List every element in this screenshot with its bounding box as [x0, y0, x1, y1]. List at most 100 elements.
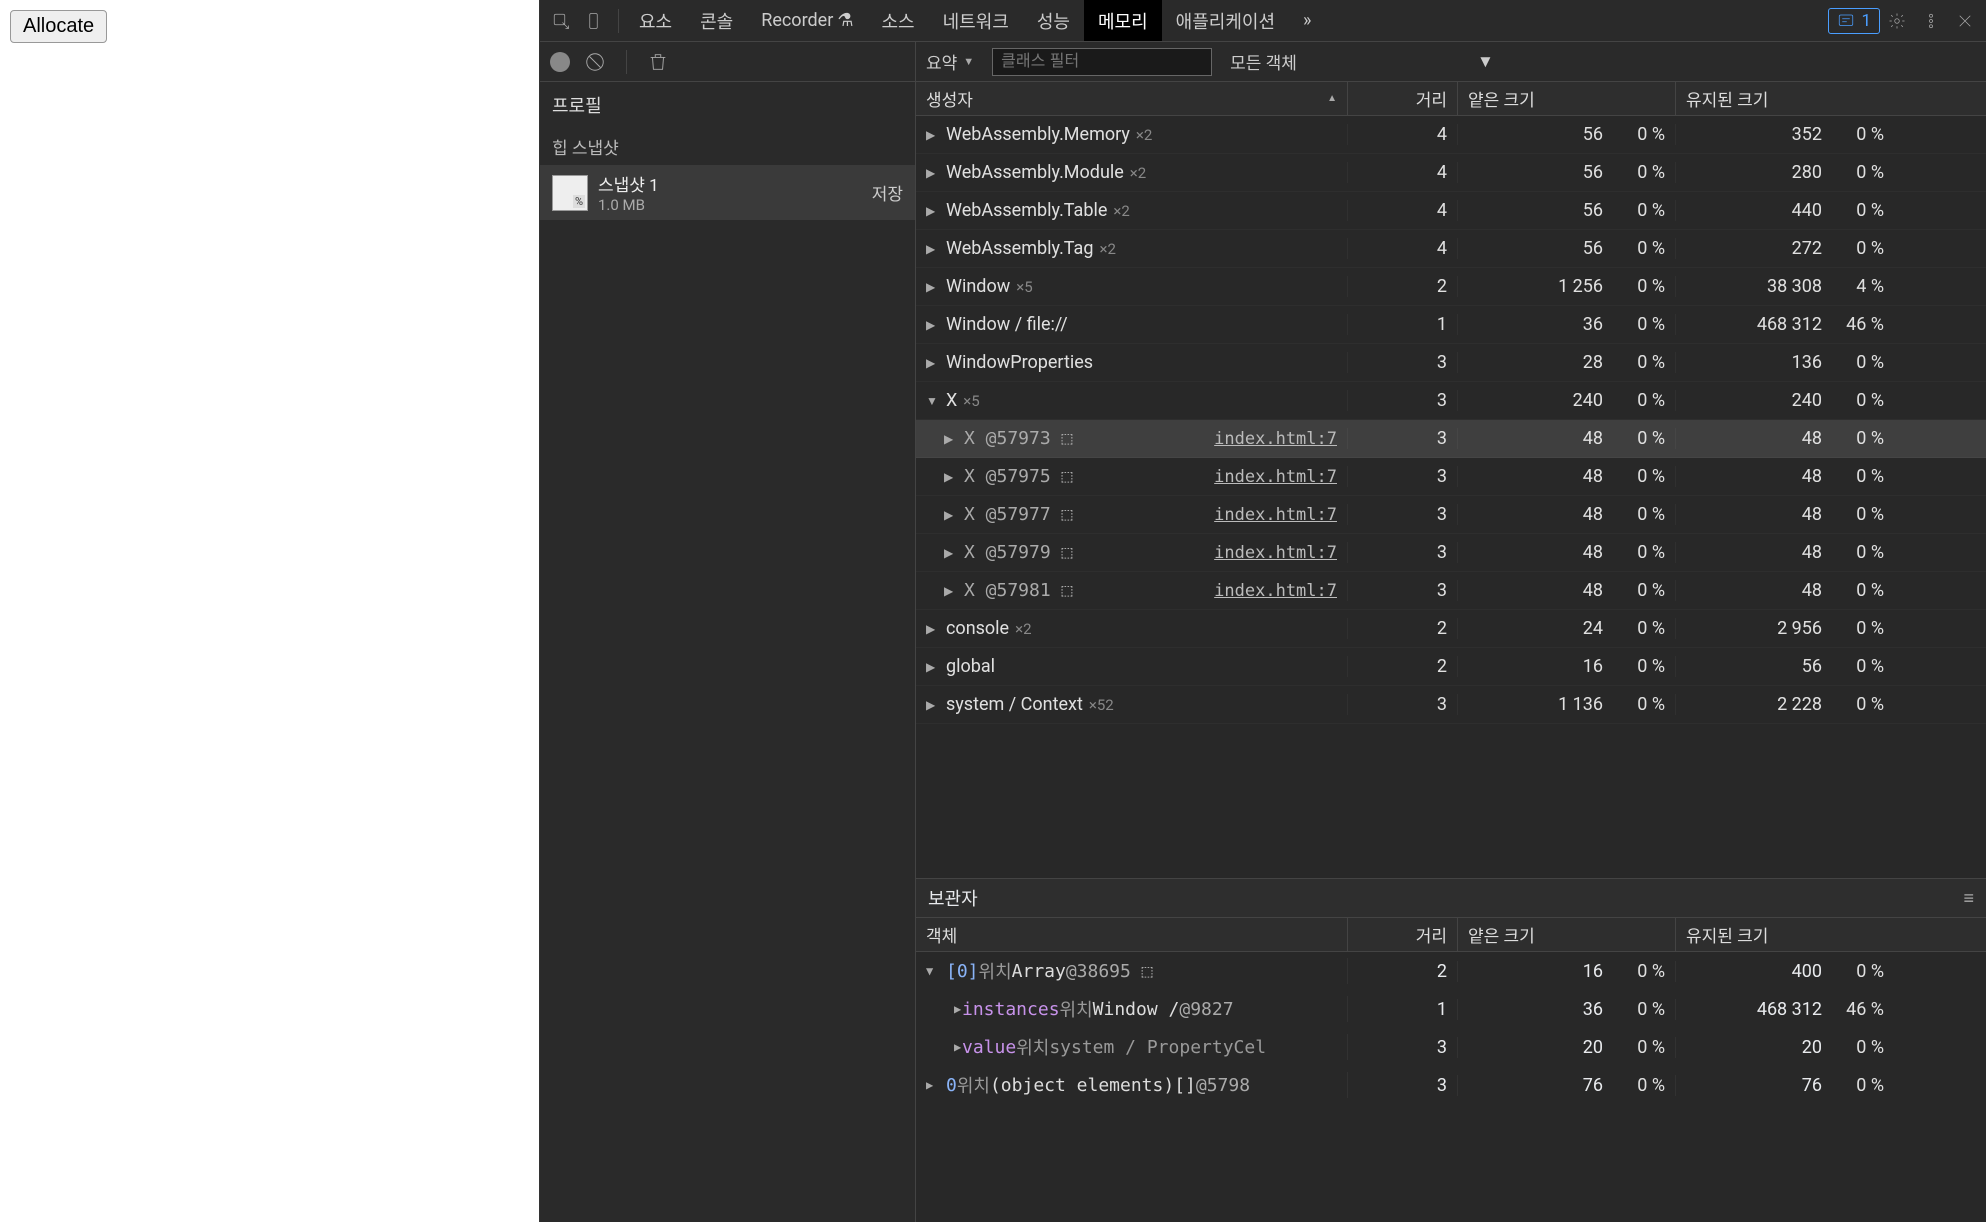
settings-icon[interactable] — [1880, 4, 1914, 38]
snapshot-save-button[interactable]: 저장 — [872, 180, 903, 205]
retainer-row[interactable]: ▶value 위치 system / PropertyCel3200 %200 … — [916, 1028, 1986, 1066]
expand-icon[interactable]: ▶ — [926, 1002, 954, 1016]
constructor-cell: ▶console×2 — [916, 618, 1348, 639]
heap-table-body[interactable]: ▶WebAssembly.Memory×24560 %3520 %▶WebAss… — [916, 116, 1986, 878]
heap-row[interactable]: ▶global2160 %560 % — [916, 648, 1986, 686]
expand-icon[interactable]: ▶ — [926, 356, 938, 370]
heap-row[interactable]: ▶WebAssembly.Table×24560 %4400 % — [916, 192, 1986, 230]
heap-row[interactable]: ▶X @57979 ⬚index.html:73480 %480 % — [916, 534, 1986, 572]
expand-icon[interactable]: ▼ — [926, 394, 938, 408]
shallow-cell: 560 % — [1458, 238, 1676, 259]
snapshot-item[interactable]: 스냅샷 1 1.0 MB 저장 — [540, 165, 915, 220]
constructor-cell: ▶WindowProperties — [916, 352, 1348, 373]
distance-cell: 3 — [1348, 1037, 1458, 1058]
header-retained[interactable]: 유지된 크기 — [1676, 82, 1894, 115]
heap-row[interactable]: ▶X @57975 ⬚index.html:73480 %480 % — [916, 458, 1986, 496]
retainer-row[interactable]: ▶instances 위치 Window / @98271360 %468 31… — [916, 990, 1986, 1028]
header-object[interactable]: 객체 — [916, 918, 1348, 951]
expand-icon[interactable]: ▶ — [926, 698, 938, 712]
tab-console[interactable]: 콘솔 — [686, 0, 747, 41]
distance-cell: 1 — [1348, 999, 1458, 1020]
expand-icon[interactable]: ▶ — [944, 584, 956, 598]
distance-cell: 3 — [1348, 580, 1458, 601]
clear-icon[interactable] — [582, 49, 608, 75]
header-distance[interactable]: 거리 — [1348, 82, 1458, 115]
distance-cell: 2 — [1348, 656, 1458, 677]
view-dropdown[interactable]: 요약 ▼ — [926, 49, 974, 74]
shallow-cell: 480 % — [1458, 428, 1676, 449]
expand-icon[interactable]: ▶ — [926, 280, 938, 294]
expand-icon[interactable]: ▶ — [926, 242, 938, 256]
heap-row[interactable]: ▶X @57977 ⬚index.html:73480 %480 % — [916, 496, 1986, 534]
source-link[interactable]: index.html:7 — [1214, 505, 1337, 525]
header-distance-ret[interactable]: 거리 — [1348, 918, 1458, 951]
source-link[interactable]: index.html:7 — [1214, 543, 1337, 563]
expand-icon[interactable]: ▶ — [926, 318, 938, 332]
allocate-button[interactable]: Allocate — [10, 10, 107, 43]
heap-row[interactable]: ▼X×532400 %2400 % — [916, 382, 1986, 420]
retained-cell: 2 9560 % — [1676, 618, 1894, 639]
expand-icon[interactable]: ▶ — [926, 622, 938, 636]
header-constructor[interactable]: 생성자 — [916, 82, 1348, 115]
distance-cell: 2 — [1348, 618, 1458, 639]
retainers-table-body[interactable]: ▼[0] 위치 Array @38695 ⬚2160 %4000 %▶insta… — [916, 952, 1986, 1222]
header-shallow-ret[interactable]: 얕은 크기 — [1458, 918, 1676, 951]
shallow-cell: 360 % — [1458, 999, 1676, 1020]
retainer-row[interactable]: ▼[0] 위치 Array @38695 ⬚2160 %4000 % — [916, 952, 1986, 990]
heap-row[interactable]: ▶Window×521 2560 %38 3084 % — [916, 268, 1986, 306]
tab-more[interactable]: » — [1289, 0, 1325, 41]
heap-row[interactable]: ▶X @57973 ⬚index.html:73480 %480 % — [916, 420, 1986, 458]
heap-row[interactable]: ▶Window / file://1360 %468 31246 % — [916, 306, 1986, 344]
source-link[interactable]: index.html:7 — [1214, 581, 1337, 601]
retained-cell: 468 31246 % — [1676, 314, 1894, 335]
distance-cell: 3 — [1348, 466, 1458, 487]
tab-application[interactable]: 애플리케이션 — [1162, 0, 1289, 41]
tab-recorder[interactable]: Recorder⚗ — [747, 0, 867, 41]
expand-icon[interactable]: ▶ — [926, 204, 938, 218]
constructor-cell: ▶X @57973 ⬚index.html:7 — [916, 428, 1348, 449]
issues-badge[interactable]: 1 — [1828, 8, 1880, 34]
close-devtools-icon[interactable] — [1948, 4, 1982, 38]
tab-sources[interactable]: 소스 — [867, 0, 928, 41]
heap-row[interactable]: ▶WindowProperties3280 %1360 % — [916, 344, 1986, 382]
retained-cell: 38 3084 % — [1676, 276, 1894, 297]
heap-row[interactable]: ▶X @57981 ⬚index.html:73480 %480 % — [916, 572, 1986, 610]
retainer-row[interactable]: ▶0 위치 (object elements)[] @57983760 %760… — [916, 1066, 1986, 1104]
distance-cell: 4 — [1348, 200, 1458, 221]
retainers-menu-icon[interactable]: ≡ — [1963, 888, 1974, 909]
distance-cell: 3 — [1348, 390, 1458, 411]
distance-cell: 3 — [1348, 542, 1458, 563]
toggle-device-icon[interactable] — [578, 4, 612, 38]
tab-network[interactable]: 네트워크 — [929, 0, 1023, 41]
expand-icon[interactable]: ▶ — [926, 1040, 954, 1054]
heap-row[interactable]: ▶WebAssembly.Module×24560 %2800 % — [916, 154, 1986, 192]
expand-icon[interactable]: ▶ — [944, 508, 956, 522]
header-shallow[interactable]: 얕은 크기 — [1458, 82, 1676, 115]
source-link[interactable]: index.html:7 — [1214, 429, 1337, 449]
record-icon[interactable] — [550, 52, 570, 72]
expand-icon[interactable]: ▼ — [926, 964, 938, 978]
heap-row[interactable]: ▶WebAssembly.Memory×24560 %3520 % — [916, 116, 1986, 154]
more-menu-icon[interactable] — [1914, 4, 1948, 38]
snapshot-name: 스냅샷 1 — [598, 171, 872, 196]
expand-icon[interactable]: ▶ — [944, 470, 956, 484]
retained-cell: 4000 % — [1676, 961, 1894, 982]
tab-performance[interactable]: 성능 — [1023, 0, 1084, 41]
header-retained-ret[interactable]: 유지된 크기 — [1676, 918, 1894, 951]
expand-icon[interactable]: ▶ — [926, 660, 938, 674]
source-link[interactable]: index.html:7 — [1214, 467, 1337, 487]
heap-row[interactable]: ▶console×22240 %2 9560 % — [916, 610, 1986, 648]
delete-icon[interactable] — [645, 49, 671, 75]
inspect-element-icon[interactable] — [544, 4, 578, 38]
heap-row[interactable]: ▶WebAssembly.Tag×24560 %2720 % — [916, 230, 1986, 268]
tab-memory[interactable]: 메모리 — [1084, 0, 1162, 41]
expand-icon[interactable]: ▶ — [944, 432, 956, 446]
expand-icon[interactable]: ▶ — [926, 1078, 938, 1092]
expand-icon[interactable]: ▶ — [926, 128, 938, 142]
class-filter-input[interactable] — [992, 48, 1212, 76]
tab-elements[interactable]: 요소 — [625, 0, 686, 41]
object-filter-dropdown[interactable]: 모든 객체 ▼ — [1230, 49, 1494, 74]
expand-icon[interactable]: ▶ — [944, 546, 956, 560]
heap-row[interactable]: ▶system / Context×5231 1360 %2 2280 % — [916, 686, 1986, 724]
expand-icon[interactable]: ▶ — [926, 166, 938, 180]
